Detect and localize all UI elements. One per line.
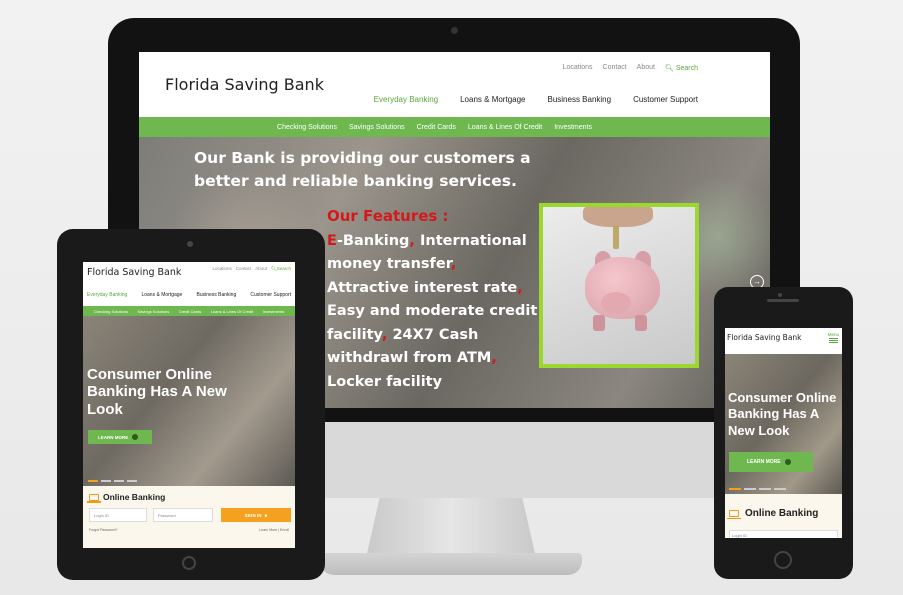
locations-link[interactable]: Locations (212, 266, 231, 272)
about-link[interactable]: About (637, 64, 655, 72)
nav-customer-support[interactable]: Customer Support (633, 95, 698, 104)
learn-more-enroll-link[interactable]: Learn More | Enroll (259, 528, 289, 532)
features-title: Our Features : (327, 207, 449, 225)
home-button[interactable] (774, 551, 792, 569)
feature-item: -Banking (336, 233, 410, 249)
top-links: Locations Contact About 🔍︎Search (212, 266, 291, 272)
subnav-savings[interactable]: Savings Solutions (349, 124, 405, 131)
subnav-loans-lines[interactable]: Loans & Lines Of Credit (468, 124, 542, 131)
online-banking-title: Online Banking (87, 492, 166, 503)
carousel-dots[interactable] (88, 480, 137, 482)
contact-link[interactable]: Contact (236, 266, 252, 272)
online-banking-panel: Online Banking Login ID (725, 494, 842, 538)
learn-more-button[interactable]: LEARN MORE (88, 430, 152, 444)
home-button[interactable] (182, 556, 196, 570)
hand-shape (583, 207, 653, 227)
sign-in-button[interactable]: SIGN IN ■ (221, 508, 291, 522)
learn-more-label: LEARN MORE (747, 459, 781, 465)
bank-logo[interactable]: Florida Saving Bank (87, 267, 181, 278)
learn-more-button[interactable]: LEARN MORE (729, 452, 813, 472)
camera-dot (187, 241, 193, 247)
online-banking-title: Online Banking (727, 508, 819, 519)
nav-customer-support[interactable]: Customer Support (250, 292, 291, 298)
menu-button[interactable]: Menu (828, 332, 839, 343)
about-link[interactable]: About (255, 266, 267, 272)
locations-link[interactable]: Locations (563, 64, 593, 72)
arrow-circle-icon (784, 459, 791, 465)
piggy-leg (635, 315, 647, 331)
hero-headline: Consumer Online Banking Has A New Look (728, 390, 837, 438)
nav-business-banking[interactable]: Business Banking (547, 95, 611, 104)
speaker-grille (767, 299, 799, 302)
feature-item: Attractive interest rate (327, 279, 518, 296)
login-id-input[interactable]: Login ID (89, 508, 147, 522)
top-links: Locations Contact About 🔍︎ Search (563, 64, 698, 72)
feature-first-letter: E (327, 233, 337, 249)
online-banking-label: Online Banking (745, 508, 819, 519)
desktop-header: Florida Saving Bank Locations Contact Ab… (139, 52, 770, 117)
online-banking-label: Online Banking (103, 492, 166, 502)
feature-separator: , (409, 233, 415, 249)
feature-separator: , (491, 350, 497, 367)
hero-banner: Consumer Online Banking Has A New Look L… (83, 316, 295, 486)
tablet-screen: Florida Saving Bank Locations Contact Ab… (83, 262, 295, 548)
hero-headline: Consumer Online Banking Has A New Look (87, 366, 227, 418)
search-link[interactable]: 🔍︎ Search (665, 64, 698, 72)
online-banking-panel: Online Banking Login ID Password SIGN IN… (83, 486, 295, 548)
subnav-investments[interactable]: Investments (554, 124, 592, 131)
menu-label: Menu (827, 332, 839, 337)
piggy-leg (593, 315, 605, 331)
coin-icon (613, 225, 619, 249)
laptop-icon (87, 493, 101, 503)
search-link[interactable]: 🔍︎Search (271, 266, 291, 272)
feature-separator: , (381, 326, 388, 343)
search-icon: 🔍︎ (664, 65, 674, 72)
sub-nav: Checking Solutions Savings Solutions Cre… (139, 117, 770, 137)
password-input[interactable]: Password (153, 508, 213, 522)
subnav-loans-lines[interactable]: Loans & Lines Of Credit (211, 309, 253, 314)
nav-everyday-banking[interactable]: Everyday Banking (87, 292, 127, 298)
piggy-snout (601, 292, 631, 314)
carousel-dots[interactable] (729, 488, 786, 490)
features-list: E-Banking, International money transfer,… (327, 230, 542, 394)
sign-in-label: SIGN IN (244, 512, 262, 518)
subnav-savings[interactable]: Savings Solutions (137, 309, 169, 314)
contact-link[interactable]: Contact (603, 64, 627, 72)
feature-separator: , (517, 279, 523, 296)
feature-item: Locker facility (327, 373, 443, 390)
subnav-credit-cards[interactable]: Credit Cards (179, 309, 201, 314)
hamburger-icon (828, 338, 838, 339)
forgot-password-link[interactable]: Forgot Password? (89, 528, 117, 532)
nav-loans-mortgage[interactable]: Loans & Mortgage (141, 292, 182, 298)
learn-more-label: LEARN MORE (98, 434, 129, 440)
login-id-input[interactable]: Login ID (729, 530, 838, 538)
monitor-stand-base (320, 553, 582, 575)
sub-nav: Checking Solutions Savings Solutions Cre… (83, 306, 295, 316)
feature-separator: , (450, 256, 457, 273)
bank-logo[interactable]: Florida Saving Bank (727, 333, 802, 342)
camera-dot (451, 27, 458, 34)
arrow-circle-icon (132, 434, 139, 440)
search-label: Search (276, 266, 291, 271)
nav-business-banking[interactable]: Business Banking (196, 292, 236, 298)
subnav-checking[interactable]: Checking Solutions (277, 124, 337, 131)
bank-logo[interactable]: Florida Saving Bank (165, 75, 324, 94)
main-nav: Everyday Banking Loans & Mortgage Busine… (87, 292, 291, 298)
nav-everyday-banking[interactable]: Everyday Banking (374, 95, 438, 104)
laptop-icon (727, 510, 741, 519)
hero-banner: Consumer Online Banking Has A New Look L… (725, 354, 842, 494)
subnav-investments[interactable]: Investments (263, 309, 285, 314)
main-nav: Everyday Banking Loans & Mortgage Busine… (374, 95, 698, 104)
nav-loans-mortgage[interactable]: Loans & Mortgage (460, 95, 525, 104)
subnav-credit-cards[interactable]: Credit Cards (417, 124, 456, 131)
lock-icon: ■ (264, 512, 268, 518)
subnav-checking[interactable]: Checking Solutions (94, 309, 128, 314)
monitor-stand-neck (366, 498, 536, 558)
piggy-bank-image (539, 203, 699, 368)
search-label: Search (675, 65, 698, 72)
camera-dot (778, 293, 782, 297)
phone-screen: Florida Saving Bank Menu Consumer Online… (725, 328, 842, 538)
hero-headline: Our Bank is providing our customers a be… (194, 149, 531, 191)
